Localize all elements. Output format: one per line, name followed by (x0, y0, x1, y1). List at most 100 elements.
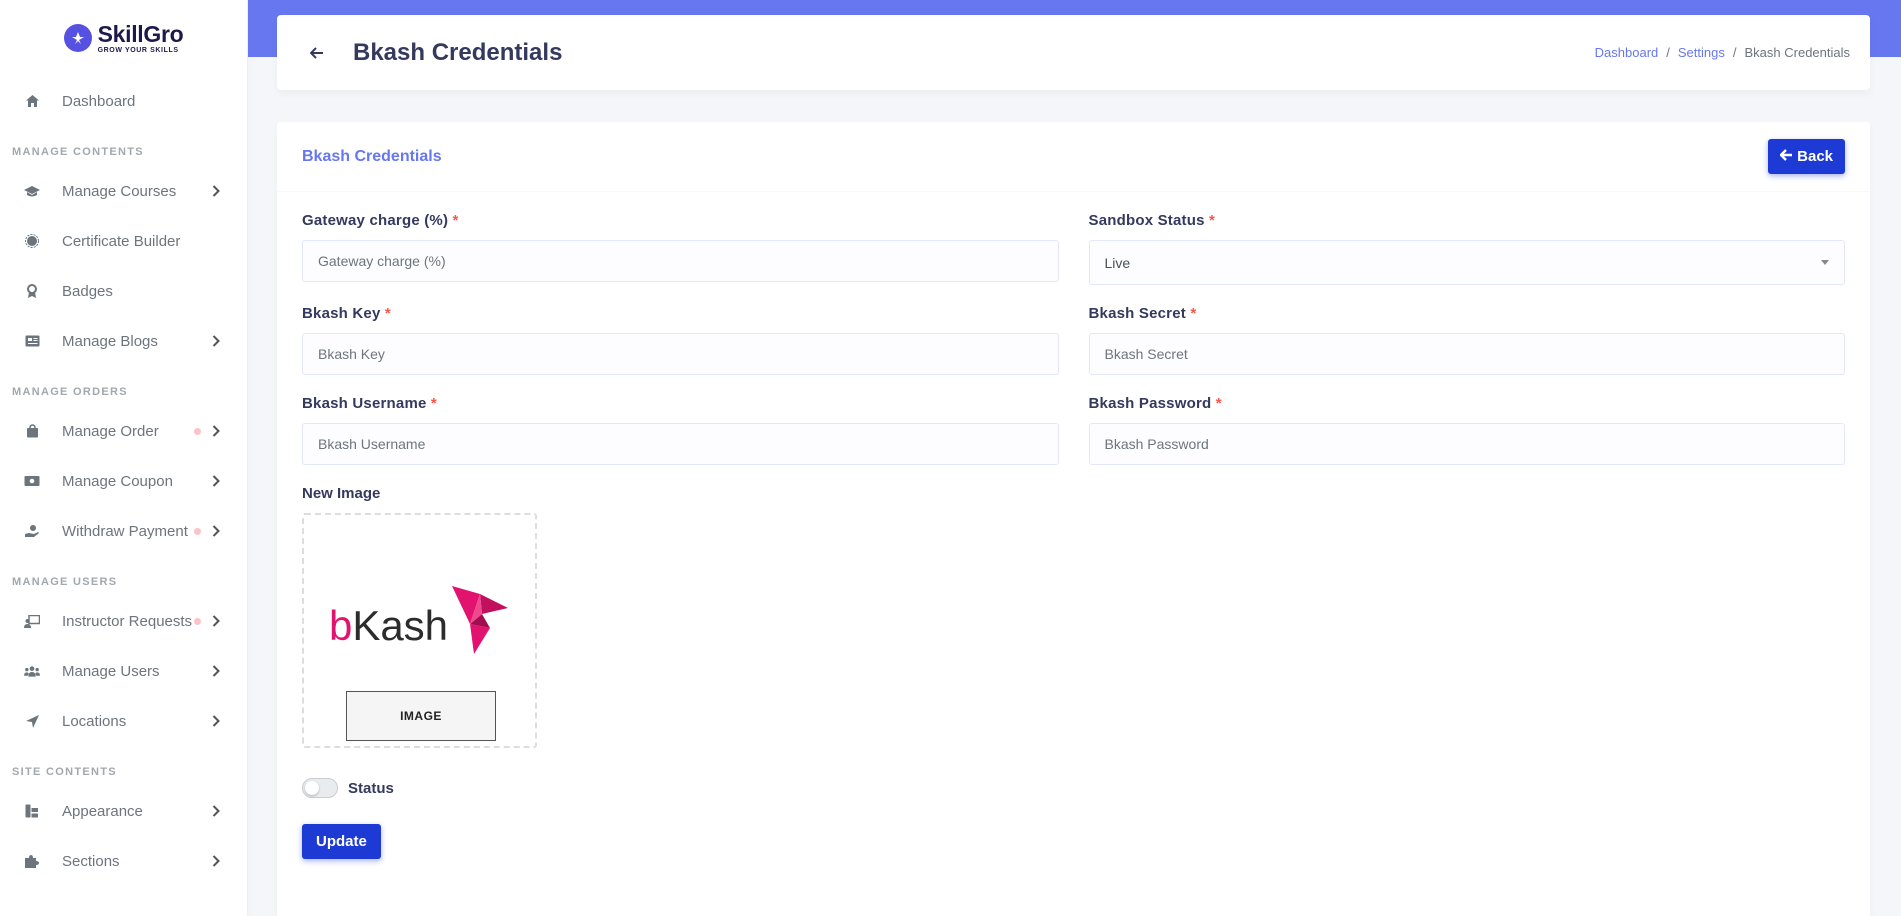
chevron-right-icon (209, 334, 223, 348)
breadcrumb-dashboard[interactable]: Dashboard (1595, 45, 1659, 60)
paint-roller-icon (24, 803, 40, 819)
gateway-charge-input[interactable] (302, 240, 1059, 282)
sidebar-item-sections[interactable]: Sections (0, 836, 247, 886)
image-select-button[interactable]: IMAGE (346, 691, 496, 741)
arrow-left-icon (1779, 148, 1793, 165)
chevron-right-icon (209, 614, 223, 628)
sidebar-item-dashboard[interactable]: Dashboard (0, 76, 247, 126)
puzzle-piece-icon (24, 853, 40, 869)
sidebar-item-label: Manage Coupon (62, 472, 173, 490)
bkash-secret-input[interactable] (1088, 333, 1845, 375)
sidebar-item-label: Manage Courses (62, 182, 177, 200)
sidebar-item-label: Manage Users (62, 662, 160, 680)
menu-header-manage-users: MANAGE USERS (12, 576, 118, 588)
sidebar-item-label: Appearance (62, 802, 143, 820)
page-title: Bkash Credentials (353, 38, 563, 66)
credentials-card: Bkash Credentials Back Gateway charge (%… (277, 122, 1870, 916)
bkash-secret-label: Bkash Secret * (1088, 305, 1197, 322)
chalkboard-user-icon (24, 613, 40, 629)
sidebar-menu: Dashboard MANAGE CONTENTS Manage Courses… (0, 76, 247, 886)
bkash-key-input[interactable] (302, 333, 1059, 375)
image-upload-box[interactable]: b Kash IMAGE (302, 513, 537, 748)
sidebar-item-withdraw-payment[interactable]: Withdraw Payment (0, 506, 247, 556)
card-header: Bkash Credentials Back (277, 122, 1870, 192)
sidebar-item-certificate-builder[interactable]: Certificate Builder (0, 216, 247, 266)
sidebar-item-label: Manage Blogs (62, 332, 158, 350)
chevron-right-icon (209, 424, 223, 438)
chevron-right-icon (209, 714, 223, 728)
notification-dot (194, 427, 201, 435)
sidebar-item-badges[interactable]: Badges (0, 266, 247, 316)
required-mark: * (1209, 212, 1216, 229)
sidebar-item-label: Dashboard (62, 92, 136, 110)
status-toggle-row: Status (302, 778, 1845, 798)
sidebar-item-locations[interactable]: Locations (0, 696, 247, 746)
brand-logo[interactable]: SkillGro GROW YOUR SKILLS (0, 0, 247, 76)
breadcrumb-separator: / (1666, 45, 1670, 60)
back-arrow-icon[interactable] (307, 43, 327, 63)
home-icon (24, 93, 40, 109)
money-bill-icon (24, 473, 40, 489)
bkash-key-label: Bkash Key * (302, 305, 391, 322)
sandbox-status-select[interactable]: Live (1088, 240, 1845, 285)
sidebar-item-manage-courses[interactable]: Manage Courses (0, 166, 247, 216)
sidebar-item-manage-blogs[interactable]: Manage Blogs (0, 316, 247, 366)
sandbox-status-label: Sandbox Status * (1088, 212, 1216, 229)
bkash-password-input[interactable] (1088, 423, 1845, 465)
update-button[interactable]: Update (302, 824, 381, 859)
bkash-username-input[interactable] (302, 423, 1059, 465)
credentials-form: Gateway charge (%) * Sandbox Status * Li… (277, 192, 1870, 859)
status-toggle[interactable] (302, 778, 338, 798)
sidebar-item-appearance[interactable]: Appearance (0, 786, 247, 836)
sidebar-item-label: Sections (62, 852, 120, 870)
bkash-logo-b: b (328, 601, 353, 649)
bkash-password-label: Bkash Password * (1088, 395, 1222, 412)
hand-holding-dollar-icon (24, 523, 40, 539)
sidebar-item-manage-coupon[interactable]: Manage Coupon (0, 456, 247, 506)
shopping-bag-icon (24, 423, 40, 439)
back-button-label: Back (1797, 148, 1833, 165)
sandbox-status-value: Live (1104, 254, 1131, 271)
brand-tagline: GROW YOUR SKILLS (97, 46, 179, 54)
sidebar-item-instructor-requests[interactable]: Instructor Requests (0, 596, 247, 646)
breadcrumb-current: Bkash Credentials (1744, 45, 1851, 60)
menu-header-manage-orders: MANAGE ORDERS (12, 386, 128, 398)
section-header: Bkash Credentials Dashboard / Settings /… (277, 15, 1870, 90)
bkash-username-label: Bkash Username * (302, 395, 437, 412)
menu-header-site-contents: SITE CONTENTS (12, 766, 117, 778)
bkash-logo-text: Kash (352, 601, 449, 649)
sidebar-item-manage-users[interactable]: Manage Users (0, 646, 247, 696)
back-button[interactable]: Back (1768, 139, 1845, 174)
required-mark: * (430, 395, 437, 412)
location-arrow-icon (24, 713, 40, 729)
breadcrumb-separator: / (1732, 45, 1737, 60)
chevron-right-icon (209, 474, 223, 488)
brand-name: SkillGro (97, 20, 184, 47)
breadcrumb: Dashboard / Settings / Bkash Credentials (1595, 45, 1850, 60)
menu-header-manage-contents: MANAGE CONTENTS (12, 146, 144, 158)
newspaper-icon (24, 333, 40, 349)
chevron-right-icon (209, 664, 223, 678)
card-title: Bkash Credentials (302, 147, 442, 165)
sidebar-item-label: Manage Order (62, 422, 159, 440)
notification-dot (194, 527, 201, 535)
required-mark: * (384, 305, 391, 322)
sidebar: SkillGro GROW YOUR SKILLS Dashboard MANA… (0, 0, 248, 916)
chevron-right-icon (209, 524, 223, 538)
gateway-charge-label: Gateway charge (%) * (302, 212, 459, 229)
status-label: Status (348, 779, 394, 797)
certificate-icon (24, 233, 40, 249)
chevron-right-icon (209, 804, 223, 818)
required-mark: * (1190, 305, 1197, 322)
sidebar-item-manage-order[interactable]: Manage Order (0, 406, 247, 456)
users-icon (24, 663, 40, 679)
chevron-right-icon (209, 184, 223, 198)
award-icon (24, 283, 40, 299)
brand-mark-icon (63, 24, 92, 52)
notification-dot (194, 617, 201, 625)
chevron-right-icon (209, 854, 223, 868)
new-image-label: New Image (302, 485, 381, 502)
graduation-cap-icon (24, 183, 40, 199)
required-mark: * (452, 212, 459, 229)
breadcrumb-settings[interactable]: Settings (1678, 45, 1725, 60)
